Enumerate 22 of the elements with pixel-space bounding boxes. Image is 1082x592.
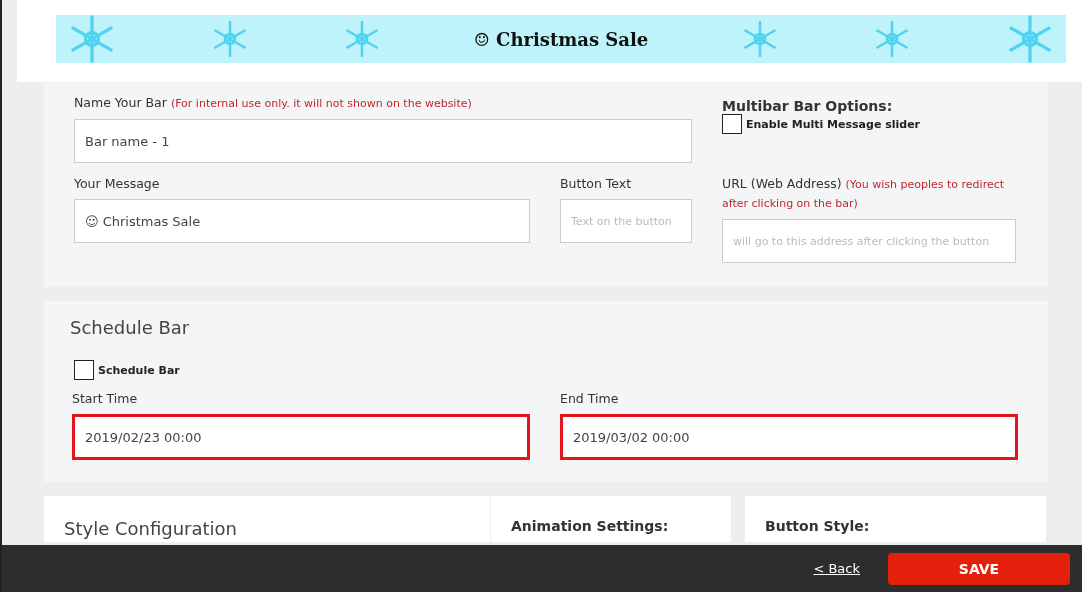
field-label: URL (Web Address) (You wish peoples to redirect after clicking on the bar) xyxy=(722,175,1006,212)
checkbox-label: Schedule Bar xyxy=(98,363,180,377)
field-label: Button Text xyxy=(560,175,633,193)
field-label: Start Time xyxy=(72,390,139,408)
field-label: Name Your Bar (For internal use only. it will not shown on the website) xyxy=(74,94,473,112)
input-field[interactable]: Bar name - 1 xyxy=(74,119,692,163)
field-label: End Time xyxy=(560,390,620,408)
section-title: Schedule Bar xyxy=(70,317,191,338)
checkbox[interactable] xyxy=(74,360,94,380)
date-field[interactable]: 2019/03/02 00:00 xyxy=(560,414,1018,460)
back-link[interactable]: < Back xyxy=(813,561,860,576)
section-heading: Animation Settings: xyxy=(511,518,670,534)
section-title: Style Configuration xyxy=(64,518,238,539)
banner-text: ☺ Christmas Sale xyxy=(473,28,649,50)
section-heading: Multibar Bar Options: xyxy=(722,98,894,114)
checkbox[interactable] xyxy=(722,114,742,134)
save-button[interactable]: SAVE xyxy=(888,552,1070,585)
text-area[interactable]: ☺ Christmas Sale xyxy=(74,199,530,243)
section-heading: Button Style: xyxy=(765,518,871,534)
checkbox-label: Enable Multi Message slider xyxy=(746,117,921,131)
date-field[interactable]: 2019/02/23 00:00 xyxy=(72,414,530,460)
field-label: Your Message xyxy=(74,175,161,193)
